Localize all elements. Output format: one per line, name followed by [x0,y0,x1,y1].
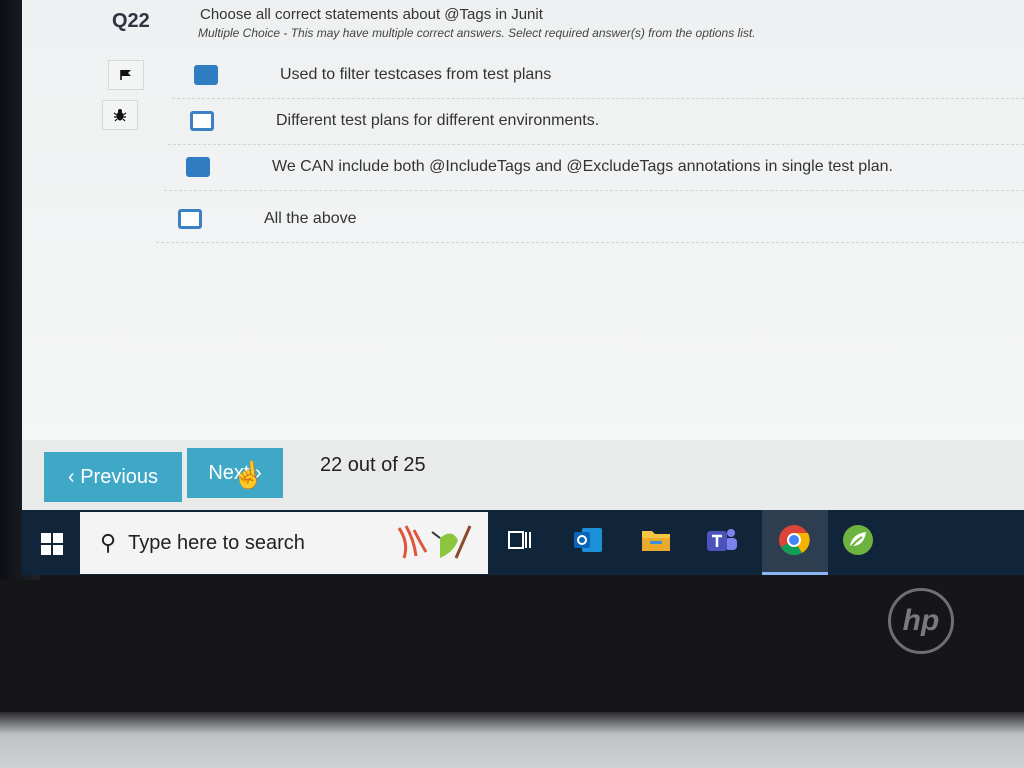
search-highlight-hummingbird-icon [397,525,472,559]
outlook-icon [574,528,602,552]
teams-button[interactable] [702,520,742,560]
question-progress: 22 out of 25 [320,454,426,476]
chrome-icon [779,525,810,556]
chrome-button[interactable] [774,520,814,560]
question-number: Q22 [112,10,150,32]
question-panel: Q22 Choose all correct statements about … [22,0,1024,440]
answer-option-label: All the above [264,210,357,227]
file-explorer-button[interactable] [636,520,676,560]
task-view-icon [508,531,531,549]
spring-tool-suite-icon [843,525,873,555]
windows-taskbar: ⚲ Type here to search [22,510,1024,575]
laptop-hinge [0,712,1024,768]
answer-checkbox-unchecked[interactable] [190,111,214,131]
answer-checkbox-unchecked[interactable] [178,209,202,229]
screen: Q22 Choose all correct statements about … [22,0,1024,575]
answer-option[interactable]: Used to filter testcases from test plans [172,52,1024,99]
outlook-button[interactable] [568,520,608,560]
bug-icon [113,109,127,122]
start-button[interactable] [32,524,72,564]
search-placeholder: Type here to search [128,531,305,554]
flag-icon [120,70,131,80]
report-bug-button[interactable] [102,100,138,130]
answer-checkbox-checked[interactable] [194,65,218,85]
answer-option-label: Used to filter testcases from test plans [280,66,552,83]
flag-button[interactable] [108,60,144,90]
previous-button[interactable]: ‹ Previous [44,452,182,502]
teams-icon [707,529,737,551]
answer-option-label: Different test plans for different envir… [276,112,600,129]
file-explorer-icon [642,531,670,551]
hp-logo: hp [888,588,954,654]
spring-tool-suite-button[interactable] [838,520,878,560]
hand-cursor-icon: ☝ [230,458,266,492]
windows-logo-icon [41,533,63,555]
answer-checkbox-checked[interactable] [186,157,210,177]
answer-option-label: We CAN include both @IncludeTags and @Ex… [272,158,893,175]
search-icon: ⚲ [100,530,117,555]
answer-option[interactable]: Different test plans for different envir… [168,98,1024,145]
answer-option[interactable]: All the above [156,196,1024,243]
navigation-bar: ‹ Previous Next › ☝ 22 out of 25 [22,440,1024,510]
task-view-button[interactable] [500,520,540,560]
taskbar-search-box[interactable]: ⚲ Type here to search [80,512,488,574]
answer-option[interactable]: We CAN include both @IncludeTags and @Ex… [164,144,1024,191]
question-subtitle: Multiple Choice - This may have multiple… [198,26,756,40]
question-title: Choose all correct statements about @Tag… [200,6,543,23]
